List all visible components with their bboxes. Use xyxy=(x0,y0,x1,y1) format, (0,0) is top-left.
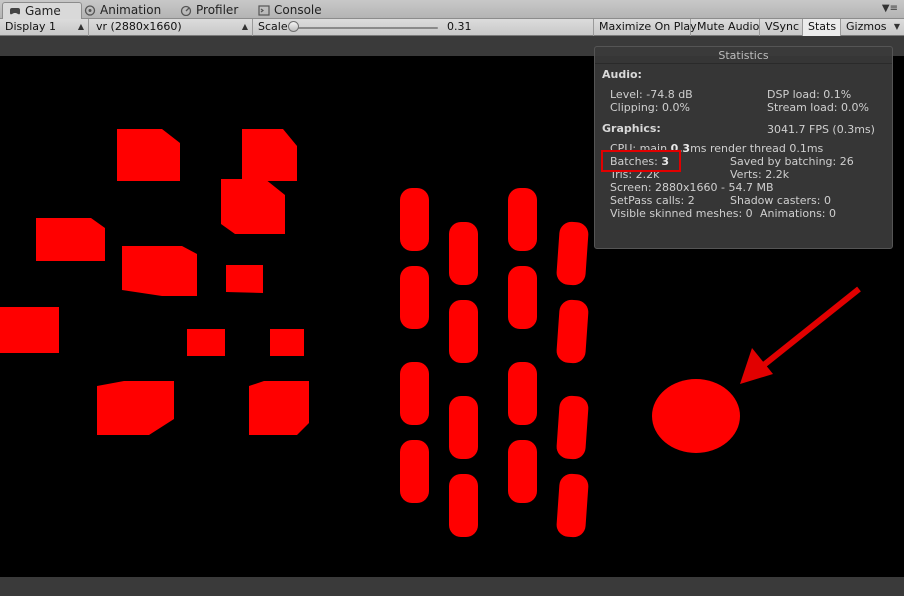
tab-game[interactable]: Game xyxy=(2,2,82,19)
scale-slider-group: Scale 0.31 xyxy=(253,19,475,36)
tab-profiler[interactable]: Profiler xyxy=(174,2,260,19)
tab-label: Animation xyxy=(100,3,162,17)
display-dropdown-value: Display 1 xyxy=(5,20,57,33)
stream-load: Stream load: 0.0% xyxy=(767,101,869,114)
gizmos-label: Gizmos xyxy=(846,20,887,33)
red-cylinder xyxy=(508,266,537,329)
red-sphere xyxy=(652,379,740,453)
profiler-icon xyxy=(180,5,192,16)
vsync-button[interactable]: VSync xyxy=(760,19,803,36)
animations-count: Animations: 0 xyxy=(760,207,837,220)
dsp-load: DSP load: 0.1% xyxy=(767,88,852,101)
fps-readout: 3041.7 FPS (0.3ms) xyxy=(767,123,875,136)
red-cube xyxy=(242,129,297,181)
audio-clipping: Clipping: 0.0% xyxy=(610,101,690,114)
red-cylinder xyxy=(556,221,589,286)
red-cube xyxy=(122,246,197,296)
red-cube xyxy=(226,265,263,293)
scale-slider-thumb[interactable] xyxy=(288,21,299,32)
red-cube xyxy=(187,329,225,356)
scale-label: Scale xyxy=(258,20,288,33)
tab-options-menu-icon[interactable]: ▼≡ xyxy=(882,3,898,14)
resolution-dropdown[interactable]: vr (2880x1660) ▲ xyxy=(91,19,253,36)
tab-console[interactable]: Console xyxy=(252,2,342,19)
red-cylinder xyxy=(556,395,589,460)
red-cube xyxy=(36,218,105,261)
statistics-panel: Statistics Audio: Level: -74.8 dB DSP lo… xyxy=(594,46,893,249)
shadow-casters: Shadow casters: 0 xyxy=(730,194,831,207)
audio-header: Audio: xyxy=(602,68,642,81)
dropdown-arrows-icon: ▲ xyxy=(77,22,84,31)
red-cube xyxy=(0,307,59,353)
dropdown-arrow-icon: ▼ xyxy=(893,22,900,31)
saved-by-batching: Saved by batching: 26 xyxy=(730,155,854,168)
scale-value: 0.31 xyxy=(447,20,472,33)
red-cylinder xyxy=(449,222,478,285)
screen-info: Screen: 2880x1660 - 54.7 MB xyxy=(610,181,774,194)
display-dropdown[interactable]: Display 1 ▲ xyxy=(0,19,89,36)
window-tab-bar: Game Animation Profiler Console ▼≡ xyxy=(0,0,904,19)
divider xyxy=(595,63,892,64)
statistics-title: Statistics xyxy=(718,49,769,62)
red-cube xyxy=(97,381,174,435)
annotation-arrow-icon xyxy=(740,286,861,384)
maximize-on-play-button[interactable]: Maximize On Play xyxy=(593,19,697,36)
mute-audio-button[interactable]: Mute Audio xyxy=(692,19,760,36)
red-cylinder xyxy=(400,440,429,503)
console-icon xyxy=(258,5,270,16)
red-cylinder xyxy=(449,300,478,363)
visible-skinned-meshes: Visible skinned meshes: 0 xyxy=(610,207,753,220)
tab-label: Console xyxy=(274,3,322,17)
dropdown-arrows-icon: ▲ xyxy=(241,22,248,31)
game-view-toolbar: Display 1 ▲ vr (2880x1660) ▲ Scale 0.31 … xyxy=(0,19,904,36)
tab-label: Profiler xyxy=(196,3,239,17)
red-cylinder xyxy=(400,188,429,251)
gizmos-dropdown[interactable]: Gizmos ▼ xyxy=(841,19,904,36)
audio-level: Level: -74.8 dB xyxy=(610,88,693,101)
red-cylinder xyxy=(400,266,429,329)
red-cylinder xyxy=(449,396,478,459)
red-cylinder xyxy=(508,440,537,503)
red-cube xyxy=(221,179,285,234)
verts-count: Verts: 2.2k xyxy=(730,168,790,181)
bottom-scrollbar-area xyxy=(0,577,904,596)
red-cylinder xyxy=(556,473,589,538)
red-cube xyxy=(270,329,304,356)
red-cube xyxy=(249,381,309,435)
game-controller-icon xyxy=(10,8,20,15)
tab-animation[interactable]: Animation xyxy=(78,2,172,19)
setpass-calls: SetPass calls: 2 xyxy=(610,194,695,207)
red-cylinder xyxy=(449,474,478,537)
red-cylinder xyxy=(400,362,429,425)
animation-icon xyxy=(84,5,96,16)
cpu-suffix: ms render thread 0.1ms xyxy=(690,142,824,155)
graphics-header: Graphics: xyxy=(602,122,661,135)
stats-button[interactable]: Stats xyxy=(803,19,841,36)
red-cylinder xyxy=(508,188,537,251)
resolution-dropdown-value: vr (2880x1660) xyxy=(96,20,182,33)
scale-slider-track[interactable] xyxy=(292,27,438,29)
red-cube xyxy=(117,129,180,181)
red-cylinder xyxy=(556,299,589,364)
batches-highlight-box xyxy=(601,150,681,172)
red-cylinder xyxy=(508,362,537,425)
tab-label: Game xyxy=(25,4,61,18)
